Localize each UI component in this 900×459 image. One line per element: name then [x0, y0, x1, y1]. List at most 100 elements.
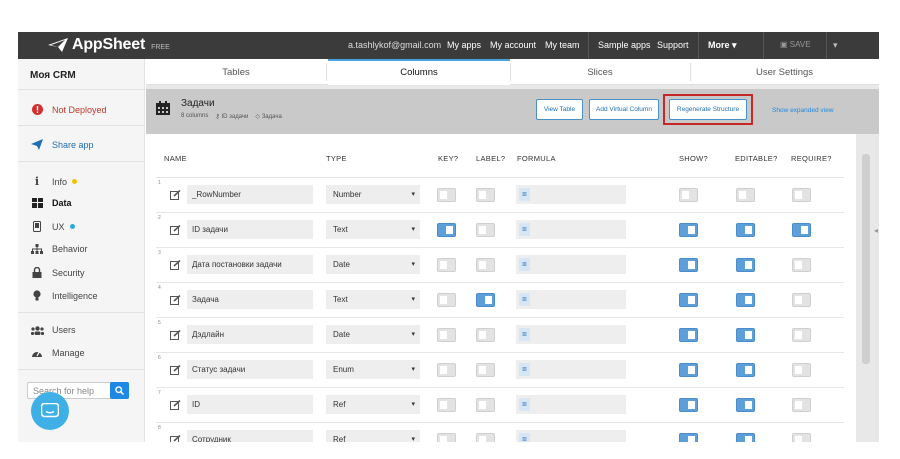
label-toggle[interactable] [476, 328, 495, 342]
key-toggle[interactable] [437, 223, 456, 237]
editable-toggle[interactable] [736, 188, 755, 202]
editable-toggle[interactable] [736, 398, 755, 412]
formula-field[interactable]: = [516, 430, 626, 442]
column-type-select[interactable]: Enum ▾ [326, 360, 420, 379]
edit-icon[interactable] [170, 190, 181, 200]
show-toggle[interactable] [679, 258, 698, 272]
require-toggle[interactable] [792, 398, 811, 412]
edit-icon[interactable] [170, 435, 181, 442]
deploy-status[interactable]: Not Deployed [30, 104, 107, 115]
scrollbar[interactable] [862, 154, 870, 364]
sidebar-item-ux[interactable]: UX [30, 221, 75, 232]
key-toggle[interactable] [437, 398, 456, 412]
more-menu[interactable]: More ▾ [708, 40, 737, 51]
key-toggle[interactable] [437, 328, 456, 342]
edit-icon[interactable] [170, 295, 181, 305]
column-type-select[interactable]: Date ▾ [326, 255, 420, 274]
column-name-field[interactable]: Дата постановки задачи [187, 255, 313, 274]
nav-my-team[interactable]: My team [545, 40, 580, 50]
dropdown-caret-icon[interactable]: ▾ [833, 40, 838, 51]
formula-field[interactable]: = [516, 185, 626, 204]
formula-field[interactable]: = [516, 255, 626, 274]
require-toggle[interactable] [792, 258, 811, 272]
show-toggle[interactable] [679, 328, 698, 342]
edit-icon[interactable] [170, 365, 181, 375]
column-type-select[interactable]: Text ▾ [326, 220, 420, 239]
show-toggle[interactable] [679, 223, 698, 237]
formula-field[interactable]: = [516, 395, 626, 414]
require-toggle[interactable] [792, 223, 811, 237]
chat-launcher[interactable] [31, 392, 69, 430]
key-toggle[interactable] [437, 258, 456, 272]
require-toggle[interactable] [792, 293, 811, 307]
nav-support[interactable]: Support [657, 40, 689, 50]
key-toggle[interactable] [437, 433, 456, 442]
show-toggle[interactable] [679, 363, 698, 377]
column-type-select[interactable]: Date ▾ [326, 325, 420, 344]
add-virtual-column-button[interactable]: Add Virtual Column [589, 99, 659, 120]
appsheet-logo[interactable]: AppSheet FREE [48, 36, 170, 54]
edit-icon[interactable] [170, 400, 181, 410]
column-name-field[interactable]: Задача [187, 290, 313, 309]
show-toggle[interactable] [679, 398, 698, 412]
sidebar-item-manage[interactable]: Manage [30, 348, 85, 358]
label-toggle[interactable] [476, 258, 495, 272]
column-name-field[interactable]: Дэдлайн [187, 325, 313, 344]
column-type-select[interactable]: Number ▾ [326, 185, 420, 204]
column-type-select[interactable]: Text ▾ [326, 290, 420, 309]
show-toggle[interactable] [679, 433, 698, 442]
formula-field[interactable]: = [516, 290, 626, 309]
label-toggle[interactable] [476, 223, 495, 237]
label-toggle[interactable] [476, 188, 495, 202]
column-name-field[interactable]: Сотрудник [187, 430, 313, 442]
tab-columns[interactable]: Columns [328, 59, 510, 85]
label-toggle[interactable] [476, 398, 495, 412]
tab-slices[interactable]: Slices [510, 59, 690, 85]
sidebar-item-data[interactable]: Data [30, 198, 72, 208]
panel-collapse-arrow-icon[interactable]: ◂ [874, 226, 878, 235]
sidebar-item-behavior[interactable]: Behavior [30, 244, 88, 254]
formula-field[interactable]: = [516, 220, 626, 239]
require-toggle[interactable] [792, 328, 811, 342]
sidebar-item-intelligence[interactable]: Intelligence [30, 290, 98, 301]
tab-tables[interactable]: Tables [146, 59, 326, 85]
show-toggle[interactable] [679, 293, 698, 307]
tab-user-settings[interactable]: User Settings [690, 59, 879, 85]
column-type-select[interactable]: Ref ▾ [326, 430, 420, 442]
editable-toggle[interactable] [736, 258, 755, 272]
view-table-button[interactable]: View Table [536, 99, 583, 120]
nav-my-account[interactable]: My account [490, 40, 536, 50]
editable-toggle[interactable] [736, 363, 755, 377]
nav-my-apps[interactable]: My apps [447, 40, 481, 50]
editable-toggle[interactable] [736, 328, 755, 342]
editable-toggle[interactable] [736, 223, 755, 237]
key-toggle[interactable] [437, 363, 456, 377]
column-type-select[interactable]: Ref ▾ [326, 395, 420, 414]
column-name-field[interactable]: ID [187, 395, 313, 414]
column-name-field[interactable]: ID задачи [187, 220, 313, 239]
sidebar-item-security[interactable]: Security [30, 267, 85, 278]
edit-icon[interactable] [170, 330, 181, 340]
require-toggle[interactable] [792, 188, 811, 202]
require-toggle[interactable] [792, 433, 811, 442]
show-toggle[interactable] [679, 188, 698, 202]
key-toggle[interactable] [437, 293, 456, 307]
save-button[interactable]: ▣ SAVE [780, 40, 811, 49]
column-name-field[interactable]: Статус задачи [187, 360, 313, 379]
formula-field[interactable]: = [516, 325, 626, 344]
edit-icon[interactable] [170, 260, 181, 270]
nav-sample-apps[interactable]: Sample apps [598, 40, 651, 50]
editable-toggle[interactable] [736, 293, 755, 307]
formula-field[interactable]: = [516, 360, 626, 379]
edit-icon[interactable] [170, 225, 181, 235]
show-expanded-view-link[interactable]: Show expanded view [772, 107, 833, 114]
label-toggle[interactable] [476, 293, 495, 307]
require-toggle[interactable] [792, 363, 811, 377]
key-toggle[interactable] [437, 188, 456, 202]
sidebar-item-info[interactable]: i Info [30, 175, 78, 188]
column-name-field[interactable]: _RowNumber [187, 185, 313, 204]
label-toggle[interactable] [476, 433, 495, 442]
editable-toggle[interactable] [736, 433, 755, 442]
share-app[interactable]: Share app [30, 139, 94, 150]
sidebar-item-users[interactable]: Users [30, 325, 76, 335]
